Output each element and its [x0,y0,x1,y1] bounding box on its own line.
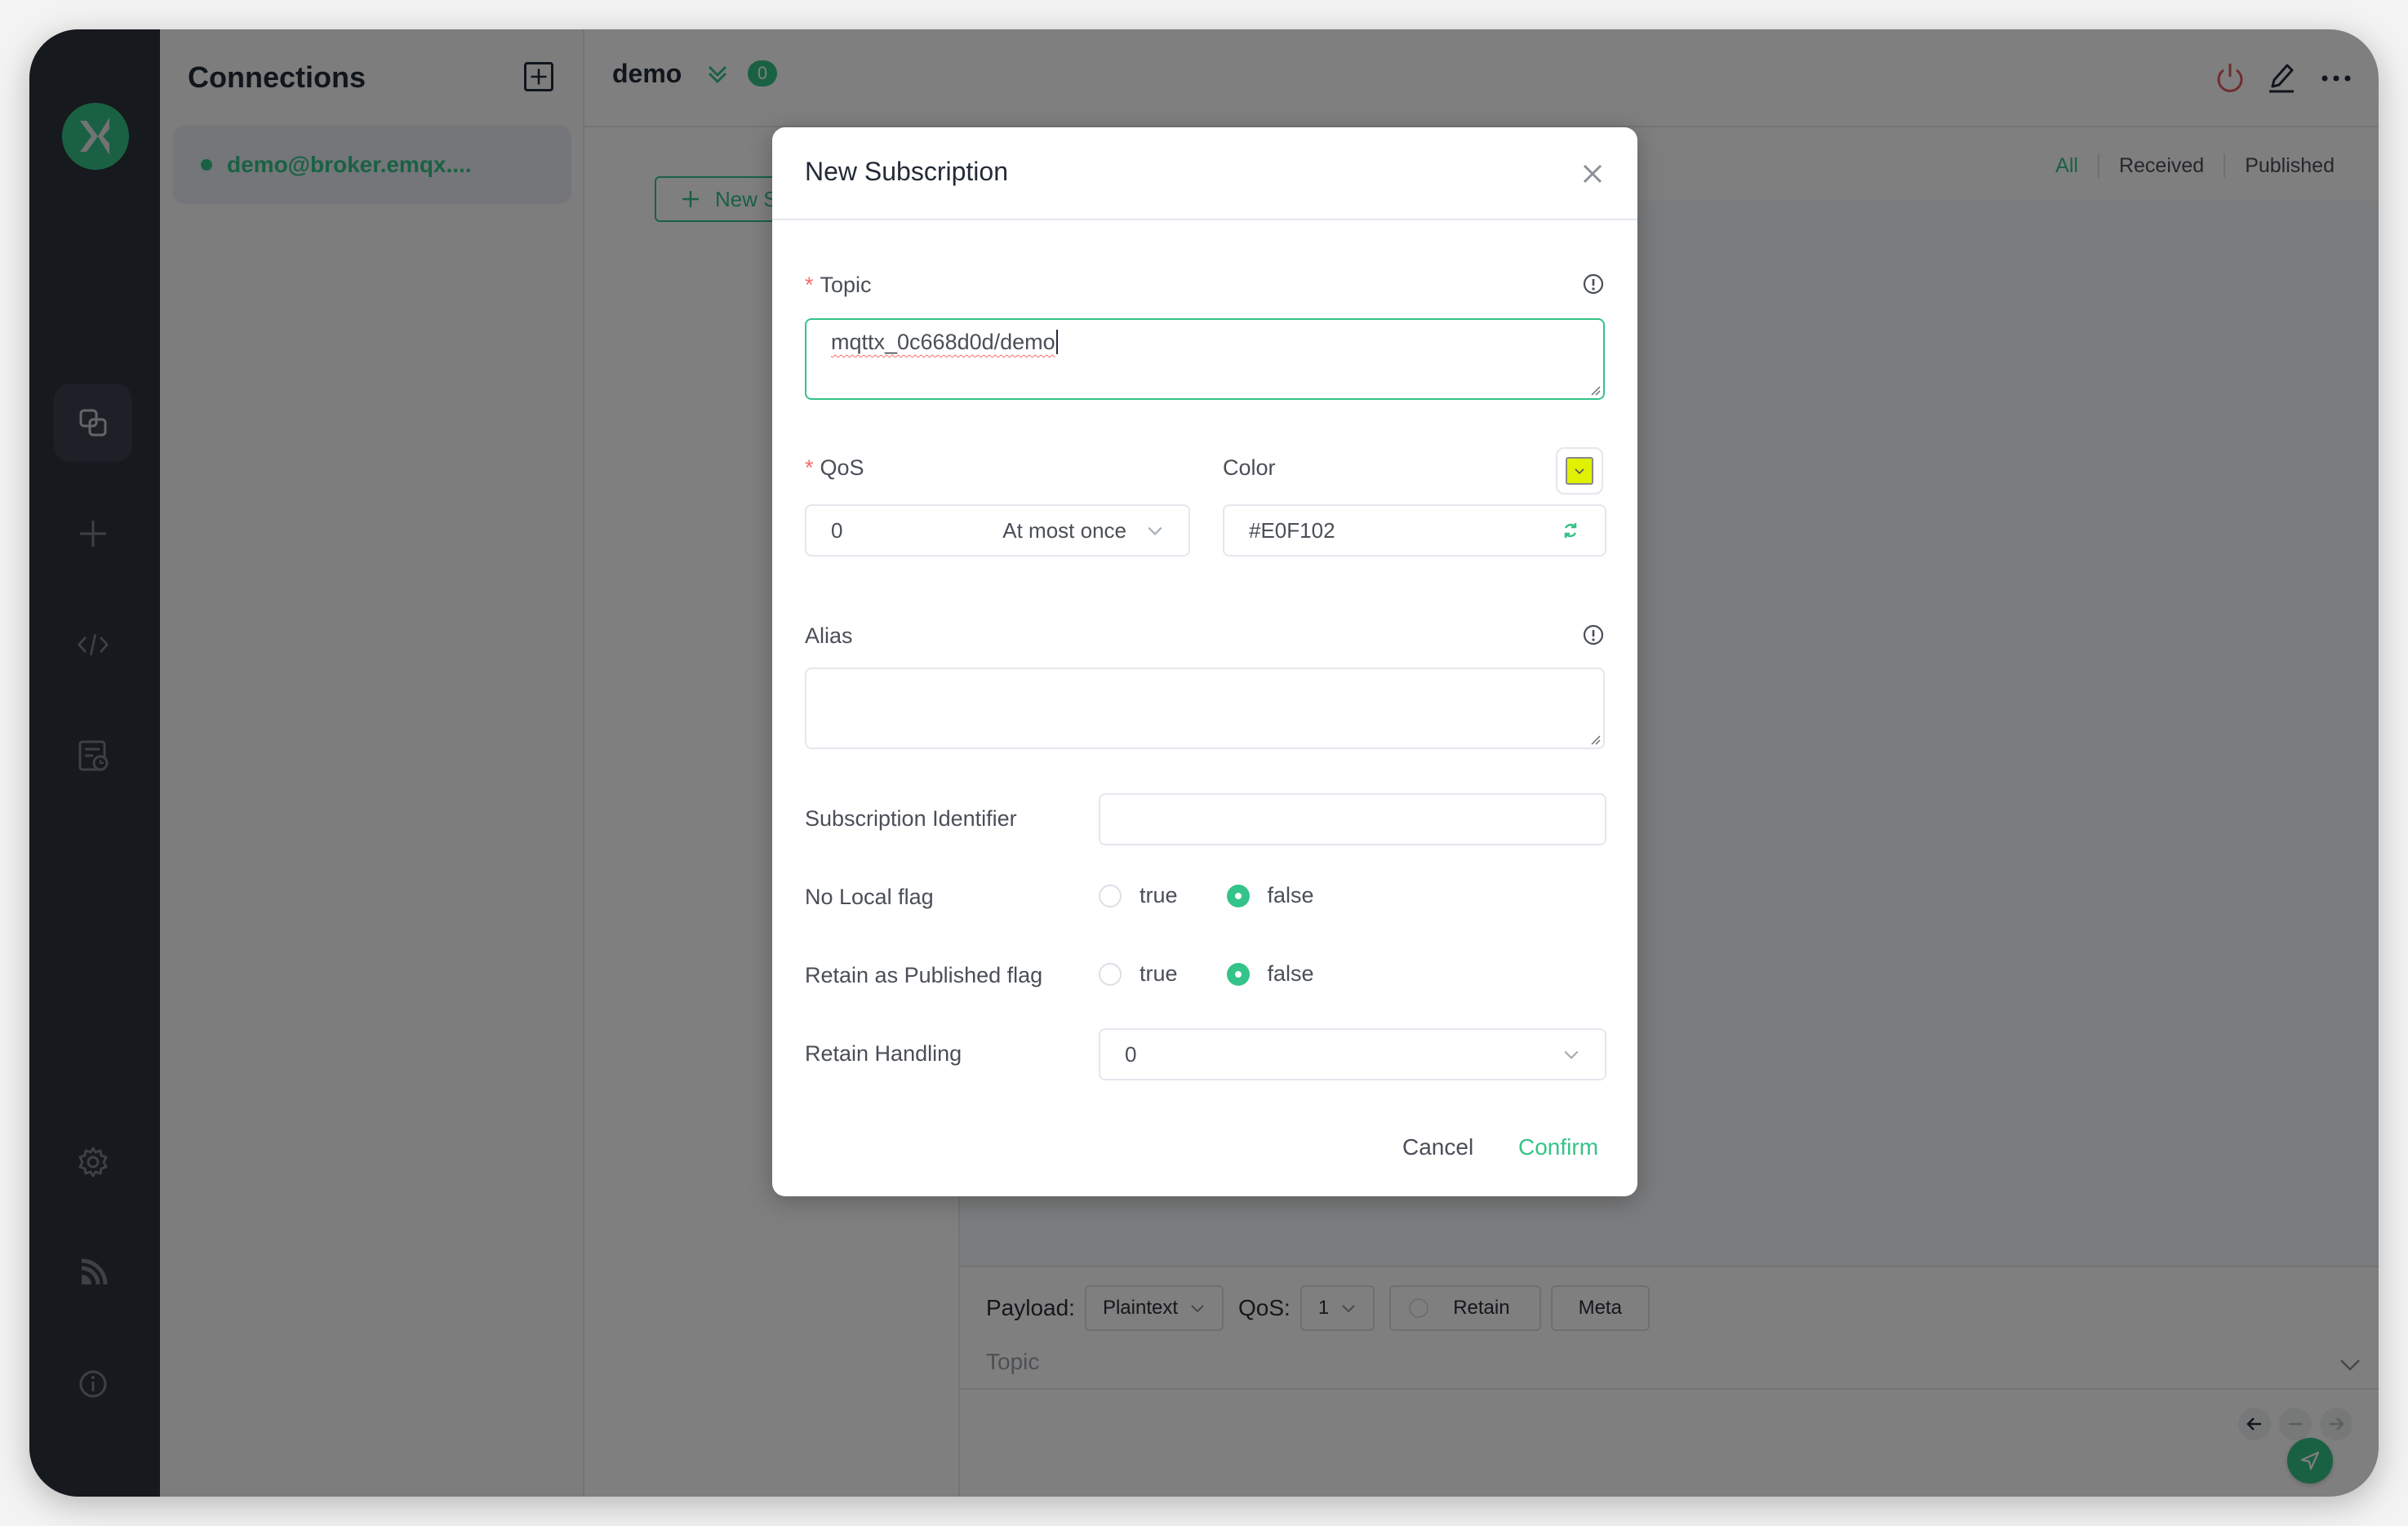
radio-button [1099,884,1122,907]
no-local-radio-group: true false [1099,883,1363,908]
new-subscription-dialog: New Subscription * Topic mqttx_0c668d0d/d… [772,127,1637,1196]
no-local-label: No Local flag [805,885,934,909]
no-local-true-option[interactable]: true [1099,883,1178,908]
chevron-down-icon [1148,526,1162,535]
retain-handling-label: Retain Handling [805,1041,962,1066]
radio-button-checked [1226,884,1250,907]
topic-value: mqttx_0c668d0d/demo [831,330,1055,354]
qos-description: At most once [1002,517,1126,543]
cancel-button[interactable]: Cancel [1402,1134,1473,1160]
subscription-identifier-label: Subscription Identifier [805,806,1017,831]
alias-info-icon[interactable] [1582,623,1605,646]
chevron-down-icon [1564,1050,1579,1059]
confirm-button[interactable]: Confirm [1518,1134,1598,1160]
retain-as-published-radio-group: true false [1099,961,1363,987]
resize-handle-icon[interactable] [1588,733,1602,746]
qos-label: * QoS [805,455,864,480]
close-icon[interactable] [1580,162,1605,186]
qos-select[interactable]: 0 At most once [805,504,1190,557]
qos-value: 0 [831,517,843,543]
color-value: #E0F102 [1249,517,1335,543]
topic-label: * Topic [805,273,872,297]
resize-handle-icon[interactable] [1588,384,1602,397]
dialog-title: New Subscription [805,157,1008,186]
refresh-color-icon[interactable] [1561,521,1580,540]
topic-input[interactable]: mqttx_0c668d0d/demo [805,318,1605,400]
color-input[interactable]: #E0F102 [1223,504,1606,557]
radio-button-checked [1226,962,1250,986]
radio-button [1099,962,1122,986]
retain-as-published-true-option[interactable]: true [1099,961,1178,987]
alias-input[interactable] [805,668,1605,749]
alias-label: Alias [805,623,853,648]
no-local-false-option[interactable]: false [1226,883,1314,908]
retain-as-published-label: Retain as Published flag [805,963,1043,987]
retain-handling-select[interactable]: 0 [1099,1028,1606,1080]
chevron-down-icon [1575,468,1584,475]
color-label: Color [1223,455,1276,480]
color-swatch [1566,457,1593,485]
app-window: Connections demo@broker.emqx.... demo 0 … [29,29,2379,1497]
subscription-identifier-input[interactable] [1099,793,1606,845]
color-picker-button[interactable] [1556,447,1603,495]
retain-as-published-false-option[interactable]: false [1226,961,1314,987]
retain-handling-value: 0 [1125,1041,1137,1067]
topic-info-icon[interactable] [1582,273,1605,295]
